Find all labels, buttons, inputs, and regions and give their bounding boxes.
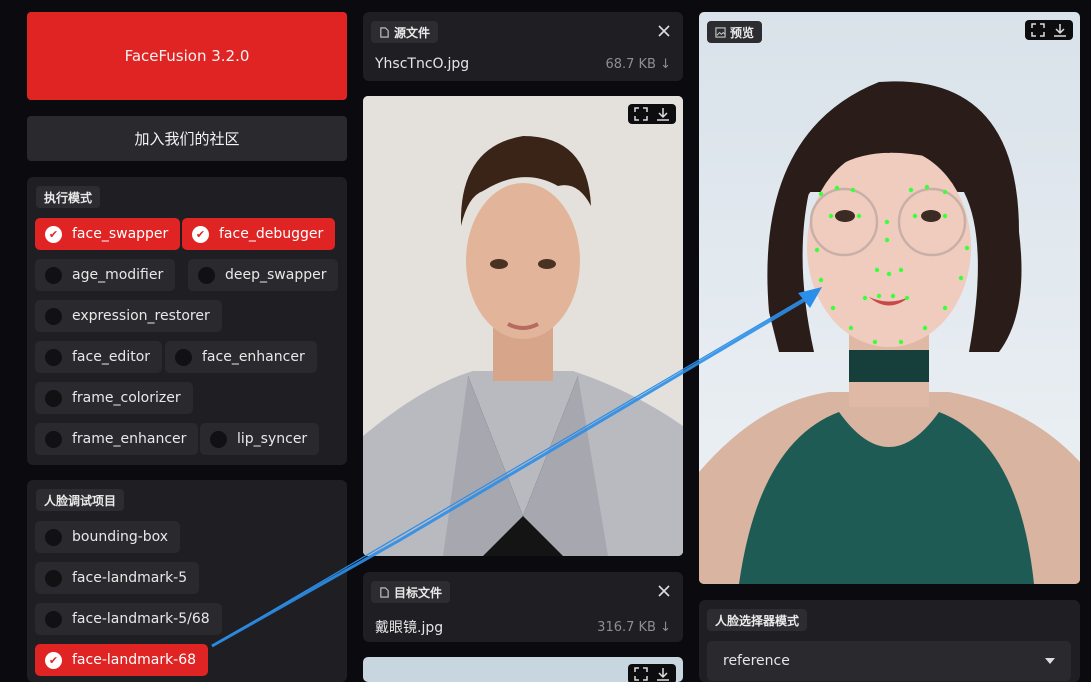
face-debugger-label: 人脸调试项目 [36,489,125,511]
processor-checkbox-label: face_debugger [219,226,324,242]
debugger-checkbox-label: face-landmark-68 [72,652,197,668]
face-selector-value: reference [723,653,790,669]
checkmark-icon: ✔ [192,225,209,243]
processors-label: 执行模式 [36,186,101,208]
file-icon [380,26,389,38]
chevron-down-icon [1045,658,1055,664]
processor-checkbox-face-enhancer[interactable]: face_enhancer [165,341,317,373]
processor-checkbox-label: face_swapper [72,226,169,242]
join-community-button[interactable]: 加入我们的社区 [27,116,347,161]
debugger-checkbox-label: face-landmark-5 [72,570,188,586]
source-image [363,96,683,556]
preview-label: 预览 [707,21,763,43]
debugger-checkbox-face-landmark-68[interactable]: ✔ face-landmark-68 [35,644,209,676]
fullscreen-icon[interactable] [634,107,648,121]
target-file-row[interactable]: 戴眼镜.jpg 316.7 KB ↓ [375,617,671,637]
source-file-row[interactable]: YhscTncO.jpg 68.7 KB ↓ [375,56,671,72]
image-icon [715,26,726,38]
processor-checkbox-label: expression_restorer [72,308,210,324]
processor-checkbox-age-modifier[interactable]: age_modifier [35,259,176,291]
checkbox-icon [45,307,62,325]
checkbox-icon [198,266,215,284]
debugger-checkbox-bounding-box[interactable]: bounding-box [35,521,181,553]
checkbox-icon [175,348,192,366]
processor-checkbox-frame-enhancer[interactable]: frame_enhancer [35,423,199,455]
checkbox-icon [210,430,227,448]
source-file-label-text: 源文件 [394,25,431,40]
processor-checkbox-label: deep_swapper [225,267,327,283]
checkbox-icon [45,389,62,407]
checkmark-icon: ✔ [45,225,62,243]
checkbox-icon [45,528,62,546]
debugger-checkbox-label: bounding-box [72,529,169,545]
preview-image-tools [1025,20,1073,40]
file-icon [380,586,389,598]
target-filesize[interactable]: 316.7 KB ↓ [597,620,671,635]
download-icon[interactable] [656,107,670,121]
source-file-label: 源文件 [371,21,439,43]
checkbox-icon [45,569,62,587]
processor-checkbox-deep-swapper[interactable]: deep_swapper [188,259,339,291]
app-title-button[interactable]: FaceFusion 3.2.0 [27,12,347,100]
face-selector-dropdown[interactable]: reference [707,641,1071,681]
debugger-checkbox-face-landmark-5[interactable]: face-landmark-5 [35,562,200,594]
processor-checkbox-label: face_editor [72,349,151,365]
debugger-checkbox-label: face-landmark-5/68 [72,611,210,627]
processor-checkbox-frame-colorizer[interactable]: frame_colorizer [35,382,193,414]
fullscreen-icon[interactable] [634,667,648,681]
source-close-icon[interactable] [657,24,671,38]
processor-checkbox-label: face_enhancer [202,349,305,365]
processor-checkbox-label: lip_syncer [237,431,308,447]
face-selector-label: 人脸选择器模式 [707,609,808,631]
checkmark-icon: ✔ [45,651,62,669]
processor-checkbox-lip-syncer[interactable]: lip_syncer [200,423,320,455]
preview-image [699,12,1080,584]
checkbox-icon [45,430,62,448]
checkbox-icon [45,266,62,284]
processor-checkbox-label: frame_enhancer [72,431,187,447]
processor-checkbox-label: frame_colorizer [72,390,181,406]
source-filename[interactable]: YhscTncO.jpg [375,56,469,72]
checkbox-icon [45,610,62,628]
target-image-tools [628,664,676,682]
source-filesize[interactable]: 68.7 KB ↓ [605,57,671,72]
processor-checkbox-face-swapper[interactable]: ✔ face_swapper [35,218,181,250]
target-file-label-text: 目标文件 [394,585,443,600]
fullscreen-icon[interactable] [1031,23,1045,37]
debugger-checkbox-face-landmark-5-68[interactable]: face-landmark-5/68 [35,603,222,635]
download-icon[interactable] [1053,23,1067,37]
processor-checkbox-expression-restorer[interactable]: expression_restorer [35,300,222,332]
processor-checkbox-label: age_modifier [72,267,164,283]
processor-checkbox-face-debugger[interactable]: ✔ face_debugger [182,218,336,250]
target-filename[interactable]: 戴眼镜.jpg [375,617,443,637]
target-close-icon[interactable] [657,584,671,598]
download-icon[interactable] [656,667,670,681]
target-file-label: 目标文件 [371,581,451,603]
checkbox-icon [45,348,62,366]
source-image-tools [628,104,676,124]
processor-checkbox-face-editor[interactable]: face_editor [35,341,163,373]
preview-label-text: 预览 [730,25,755,40]
